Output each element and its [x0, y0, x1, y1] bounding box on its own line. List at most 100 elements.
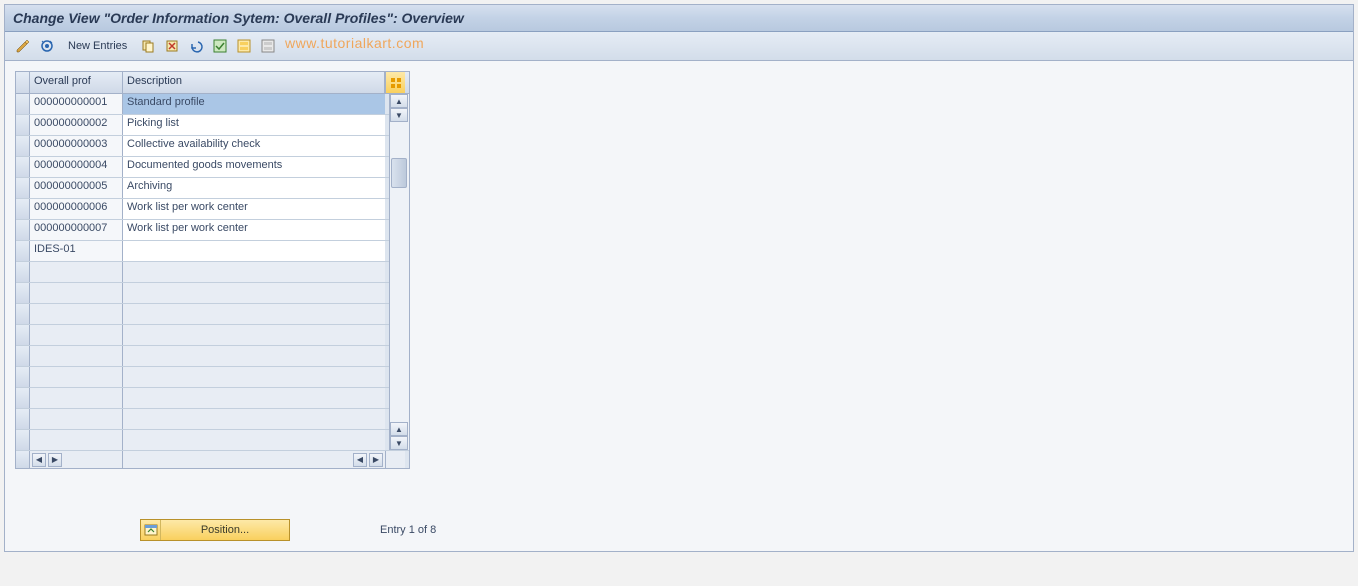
cell-overall-prof[interactable]: 000000000007 [30, 220, 123, 240]
table-row-empty[interactable] [16, 304, 409, 325]
other-view-icon[interactable] [37, 36, 57, 56]
table-row-empty[interactable] [16, 409, 409, 430]
cell-overall-prof[interactable] [30, 283, 123, 303]
scroll-up-icon[interactable]: ▲ [390, 94, 408, 108]
table-row-empty[interactable] [16, 430, 409, 451]
cell-description[interactable] [123, 367, 385, 387]
cell-overall-prof[interactable]: 000000000003 [30, 136, 123, 156]
cell-description[interactable]: Standard profile [123, 94, 385, 114]
app-window: Change View "Order Information Sytem: Ov… [4, 4, 1354, 552]
cell-overall-prof[interactable] [30, 304, 123, 324]
table-settings-icon[interactable] [385, 72, 405, 93]
row-selector[interactable] [16, 388, 30, 408]
table-row-empty[interactable] [16, 388, 409, 409]
row-selector[interactable] [16, 283, 30, 303]
table-row-empty[interactable] [16, 262, 409, 283]
cell-description[interactable]: Picking list [123, 115, 385, 135]
row-selector[interactable] [16, 136, 30, 156]
cell-overall-prof[interactable] [30, 367, 123, 387]
column-description[interactable]: Description [123, 72, 385, 93]
scroll-up-bottom-icon[interactable]: ▲ [390, 422, 408, 436]
hscroll-right2-icon[interactable]: ▶ [369, 453, 383, 467]
scroll-down-small-icon[interactable]: ▼ [390, 108, 408, 122]
table-row-empty[interactable] [16, 325, 409, 346]
table-row-empty[interactable] [16, 346, 409, 367]
deselect-all-icon[interactable] [258, 36, 278, 56]
cell-overall-prof[interactable] [30, 325, 123, 345]
scroll-thumb[interactable] [391, 158, 407, 188]
cell-overall-prof[interactable] [30, 262, 123, 282]
cell-description[interactable]: Collective availability check [123, 136, 385, 156]
toggle-display-change-icon[interactable] [13, 36, 33, 56]
hscroll-corner-right [385, 451, 405, 468]
cell-description[interactable]: Archiving [123, 178, 385, 198]
table-row[interactable]: 000000000007Work list per work center [16, 220, 409, 241]
row-selector[interactable] [16, 262, 30, 282]
table-row-empty[interactable] [16, 367, 409, 388]
position-icon [141, 520, 161, 540]
column-overall-prof[interactable]: Overall prof [30, 72, 123, 93]
cell-description[interactable]: Work list per work center [123, 199, 385, 219]
cell-description[interactable] [123, 430, 385, 450]
vertical-scrollbar[interactable]: ▲ ▼ ▲ ▼ [389, 94, 409, 450]
cell-overall-prof[interactable] [30, 346, 123, 366]
table-row[interactable]: 000000000002Picking list [16, 115, 409, 136]
row-selector[interactable] [16, 409, 30, 429]
row-selector[interactable] [16, 199, 30, 219]
cell-overall-prof[interactable]: 000000000005 [30, 178, 123, 198]
row-selector[interactable] [16, 94, 30, 114]
hscroll-right-icon[interactable]: ▶ [48, 453, 62, 467]
page-title: Change View "Order Information Sytem: Ov… [13, 10, 464, 26]
table-row[interactable]: 000000000004Documented goods movements [16, 157, 409, 178]
cell-description[interactable] [123, 346, 385, 366]
new-entries-button[interactable]: New Entries [61, 37, 134, 55]
delete-icon[interactable] [162, 36, 182, 56]
cell-description[interactable] [123, 262, 385, 282]
header-selector-column[interactable] [16, 72, 30, 93]
table-row[interactable]: 000000000006Work list per work center [16, 199, 409, 220]
undo-change-icon[interactable] [186, 36, 206, 56]
cell-overall-prof[interactable]: IDES-01 [30, 241, 123, 261]
cell-description[interactable] [123, 241, 385, 261]
cell-description[interactable]: Documented goods movements [123, 157, 385, 177]
cell-overall-prof[interactable] [30, 430, 123, 450]
row-selector[interactable] [16, 346, 30, 366]
cell-overall-prof[interactable] [30, 409, 123, 429]
cell-overall-prof[interactable]: 000000000001 [30, 94, 123, 114]
row-selector[interactable] [16, 304, 30, 324]
row-selector[interactable] [16, 241, 30, 261]
select-block-icon[interactable] [234, 36, 254, 56]
row-selector[interactable] [16, 220, 30, 240]
table-row[interactable]: 000000000001Standard profile [16, 94, 409, 115]
scroll-track[interactable] [390, 122, 409, 422]
hscroll-left2-icon[interactable]: ◀ [353, 453, 367, 467]
cell-description[interactable] [123, 304, 385, 324]
table-row[interactable]: IDES-01 [16, 241, 409, 262]
cell-description[interactable] [123, 409, 385, 429]
scroll-down-icon[interactable]: ▼ [390, 436, 408, 450]
watermark-text: www.tutorialkart.com [285, 35, 424, 51]
row-selector[interactable] [16, 430, 30, 450]
cell-description[interactable] [123, 283, 385, 303]
row-selector[interactable] [16, 157, 30, 177]
cell-overall-prof[interactable]: 000000000004 [30, 157, 123, 177]
row-selector[interactable] [16, 115, 30, 135]
row-selector[interactable] [16, 325, 30, 345]
cell-overall-prof[interactable]: 000000000002 [30, 115, 123, 135]
cell-overall-prof[interactable]: 000000000006 [30, 199, 123, 219]
copy-as-icon[interactable] [138, 36, 158, 56]
hscroll-corner-left [16, 451, 30, 468]
table-row[interactable]: 000000000003Collective availability chec… [16, 136, 409, 157]
position-button[interactable]: Position... [140, 519, 290, 541]
cell-overall-prof[interactable] [30, 388, 123, 408]
hscroll-left-icon[interactable]: ◀ [32, 453, 46, 467]
row-selector[interactable] [16, 367, 30, 387]
cell-description[interactable]: Work list per work center [123, 220, 385, 240]
cell-description[interactable] [123, 388, 385, 408]
row-selector[interactable] [16, 178, 30, 198]
table-row-empty[interactable] [16, 283, 409, 304]
select-all-icon[interactable] [210, 36, 230, 56]
cell-description[interactable] [123, 325, 385, 345]
hscroll-prof-area: ◀ ▶ [30, 451, 123, 468]
table-row[interactable]: 000000000005Archiving [16, 178, 409, 199]
